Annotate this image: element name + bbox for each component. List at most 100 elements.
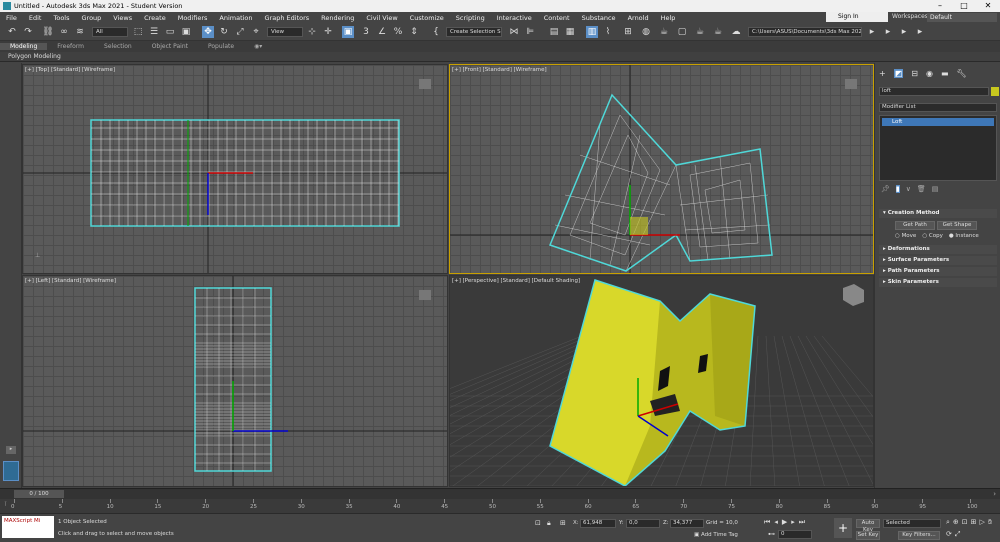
menu-arnold[interactable]: Arnold	[622, 14, 655, 22]
key-filters-button[interactable]: Key Filters...	[898, 531, 940, 540]
maximize-viewport-icon[interactable]: ⤢	[955, 530, 961, 539]
select-object-icon[interactable]: ⬚	[132, 26, 144, 38]
radio-move[interactable]: ○ Move	[895, 233, 916, 239]
render-setup-icon[interactable]: ☕	[658, 26, 670, 38]
show-end-result-icon[interactable]: ▮	[895, 185, 900, 193]
maximize-icon[interactable]: □	[952, 0, 976, 12]
pan-icon[interactable]: ✋︎	[988, 518, 992, 527]
set-key-big-icon[interactable]: +	[834, 518, 852, 538]
toggle-ribbon-icon[interactable]: ▦	[564, 26, 576, 38]
z-coordinate-field[interactable]: 34,377	[670, 519, 704, 528]
layer-explorer-icon[interactable]: ▤	[548, 26, 560, 38]
play-icon[interactable]: ▶	[782, 518, 787, 527]
minimize-icon[interactable]: –	[928, 0, 952, 12]
modifier-stack-item-loft[interactable]: Loft	[882, 118, 994, 126]
key-set-dropdown[interactable]: Selected	[883, 519, 941, 528]
tab-selection[interactable]: Selection	[94, 43, 142, 50]
rendered-frame-window-icon[interactable]: ▢	[676, 26, 688, 38]
project-folder-icon[interactable]: ▸	[914, 26, 926, 38]
tab-populate[interactable]: Populate	[198, 43, 244, 50]
render-iterative-icon[interactable]: ☕	[712, 26, 724, 38]
pin-stack-icon[interactable]: 📌︎	[881, 185, 890, 193]
menu-graph-editors[interactable]: Graph Editors	[259, 14, 316, 22]
orbit-icon[interactable]: ⟳	[946, 530, 952, 539]
rotate-icon[interactable]: ↻	[218, 26, 230, 38]
viewport-layout-icon[interactable]	[3, 461, 19, 481]
ribbon-options-icon[interactable]: ◉▾	[244, 43, 272, 50]
redo-icon[interactable]: ↷	[22, 26, 34, 38]
tab-freeform[interactable]: Freeform	[47, 43, 94, 50]
viewport-top[interactable]: [+] [Top] [Standard] [Wireframe] ⊥	[22, 64, 448, 274]
modifier-list-dropdown[interactable]: Modifier List	[879, 103, 997, 112]
menu-interactive[interactable]: Interactive	[491, 14, 538, 22]
get-shape-button[interactable]: Get Shape	[937, 221, 977, 230]
auto-key-button[interactable]: Auto Key	[856, 519, 880, 533]
workspace-dropdown[interactable]: Default	[927, 13, 997, 22]
viewport-left[interactable]: [+] [Left] [Standard] [Wireframe]	[22, 275, 448, 487]
select-by-name-icon[interactable]: ☰	[148, 26, 160, 38]
menu-content[interactable]: Content	[538, 14, 576, 22]
viewport-perspective[interactable]: [+] [Perspective] [Standard] [Default Sh…	[449, 275, 874, 487]
go-to-start-icon[interactable]: ⏮	[764, 518, 770, 527]
edit-named-sets-icon[interactable]: {	[430, 26, 442, 38]
current-frame-field[interactable]: 0	[778, 530, 812, 539]
x-coordinate-field[interactable]: 61,948	[580, 519, 616, 528]
named-selection-set-dropdown[interactable]: Create Selection Se	[446, 27, 502, 37]
material-editor-icon[interactable]: ◍	[640, 26, 652, 38]
zoom-extents-icon[interactable]: ⊡	[962, 518, 968, 527]
absolute-mode-icon[interactable]: ⊞	[560, 519, 566, 527]
fov-icon[interactable]: ▷	[980, 518, 985, 527]
time-slider-next-icon[interactable]: ›	[993, 490, 996, 498]
align-icon[interactable]: ⊫	[524, 26, 536, 38]
scene-explorer-icon[interactable]: ▥	[586, 26, 598, 38]
project-create-icon[interactable]: ▸	[898, 26, 910, 38]
schematic-view-icon[interactable]: ⊞	[622, 26, 634, 38]
curve-editor-icon[interactable]: ⌇	[602, 26, 614, 38]
scale-icon[interactable]: ⤢	[234, 26, 246, 38]
isolate-selection-icon[interactable]: ⊡	[535, 519, 541, 527]
time-slider[interactable]: 0 / 100 ›	[0, 488, 1000, 499]
pivot-icon[interactable]: ⊹	[306, 26, 318, 38]
menu-help[interactable]: Help	[655, 14, 682, 22]
undo-icon[interactable]: ↶	[6, 26, 18, 38]
get-path-button[interactable]: Get Path	[895, 221, 935, 230]
next-frame-icon[interactable]: ▸	[791, 518, 795, 527]
menu-tools[interactable]: Tools	[47, 14, 75, 22]
link-icon[interactable]: ⛓	[42, 26, 54, 38]
rect-selection-icon[interactable]: ▭	[164, 26, 176, 38]
snaps-toggle-icon[interactable]: 3	[360, 26, 372, 38]
percent-snap-icon[interactable]: %	[392, 26, 404, 38]
keyboard-shortcut-icon[interactable]: ▣	[342, 26, 354, 38]
selection-lock-icon[interactable]: 🔒︎	[547, 519, 551, 528]
modify-tab-icon[interactable]: ◩	[893, 69, 904, 78]
rollout-creation-method[interactable]: ▾ Creation Method	[879, 209, 997, 218]
menu-modifiers[interactable]: Modifiers	[172, 14, 214, 22]
spinner-snap-icon[interactable]: ⇕	[408, 26, 420, 38]
angle-snap-icon[interactable]: ∠	[376, 26, 388, 38]
radio-copy[interactable]: ○ Copy	[922, 233, 943, 239]
unlink-icon[interactable]: ∞	[58, 26, 70, 38]
render-production-icon[interactable]: ☕	[694, 26, 706, 38]
sign-in-button[interactable]: Sign In	[826, 12, 888, 22]
maxscript-listener[interactable]: MAXScript Mi	[2, 516, 54, 538]
y-coordinate-field[interactable]: 0,0	[626, 519, 660, 528]
menu-civil-view[interactable]: Civil View	[360, 14, 403, 22]
select-manipulate-icon[interactable]: ✛	[322, 26, 334, 38]
track-bar[interactable]: ⊺ 0 5 10 15 20 25 30 35 40 45 50 55 60 65 70 75 80 85 90 95…	[0, 499, 1000, 513]
tab-object-paint[interactable]: Object Paint	[142, 43, 198, 50]
configure-sets-icon[interactable]: ▤	[932, 185, 939, 193]
rollout-surface-parameters[interactable]: ▸ Surface Parameters	[879, 256, 997, 265]
go-to-end-icon[interactable]: ⏭	[799, 518, 805, 527]
expand-arrow-icon[interactable]: ▸	[6, 446, 16, 454]
key-mode-icon[interactable]: ⊷	[768, 530, 775, 538]
window-crossing-icon[interactable]: ▣	[180, 26, 192, 38]
make-unique-icon[interactable]: ∨	[906, 185, 911, 193]
set-key-button[interactable]: Set Key	[856, 531, 880, 540]
close-icon[interactable]: ✕	[976, 0, 1000, 12]
project-set-icon[interactable]: ▸	[882, 26, 894, 38]
menu-views[interactable]: Views	[107, 14, 138, 22]
ribbon-panel-label[interactable]: Polygon Modeling	[0, 52, 1000, 62]
placement-icon[interactable]: ⌖	[250, 26, 262, 38]
add-time-tag-button[interactable]: ▣ Add Time Tag	[694, 532, 738, 538]
rollout-skin-parameters[interactable]: ▸ Skin Parameters	[879, 278, 997, 287]
